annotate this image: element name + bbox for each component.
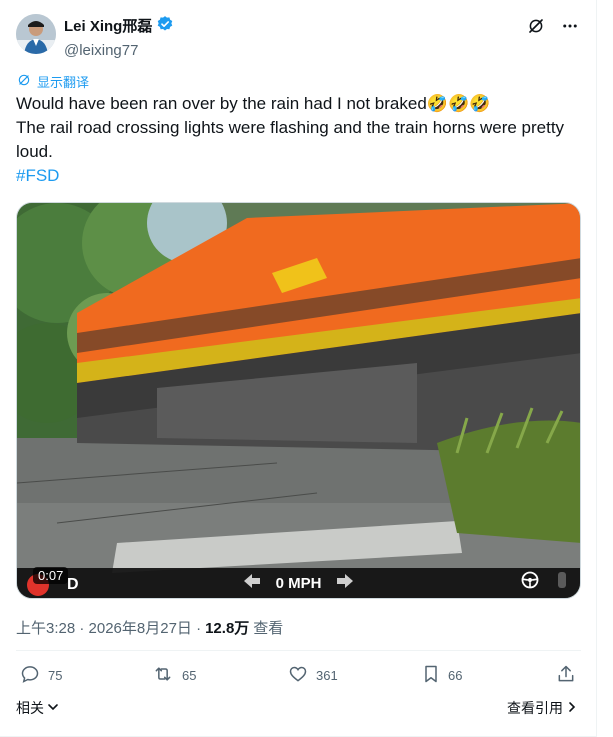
repost-icon: [152, 664, 174, 687]
video-player[interactable]: 0 MPH 0:07 D: [16, 202, 581, 599]
bookmark-icon: [422, 664, 440, 687]
more-options-icon[interactable]: [560, 16, 580, 36]
heart-icon: [288, 664, 308, 687]
chevron-down-icon: [47, 700, 59, 716]
divider: [16, 650, 581, 651]
author-name[interactable]: Lei Xing邢磊: [64, 17, 152, 37]
avatar[interactable]: [16, 14, 56, 54]
repost-count: 65: [182, 668, 197, 683]
action-bar: 75 65 361 66: [16, 664, 581, 690]
quotes-label: 查看引用: [507, 700, 563, 716]
author-handle[interactable]: @leixing77: [64, 41, 174, 61]
like-count: 361: [316, 668, 338, 683]
author-name-row[interactable]: Lei Xing邢磊: [64, 15, 174, 39]
top-actions: [526, 16, 580, 36]
gear-letter: D: [67, 576, 79, 593]
video-overlay-bar: 0 MPH: [17, 568, 580, 598]
timestamp[interactable]: 上午3:28 · 2026年8月27日 ·: [16, 617, 201, 638]
tweet-line-2: The rail road crossing lights were flash…: [16, 118, 565, 161]
seatbelt-icon: [554, 570, 570, 595]
reply-count: 75: [48, 668, 63, 683]
speed-readout: 0 MPH: [275, 574, 322, 592]
tweet-text: Would have been ran over by the rain had…: [16, 92, 581, 188]
related-link[interactable]: 相关: [16, 698, 59, 718]
translate-icon: [17, 73, 31, 90]
related-label: 相关: [16, 700, 44, 716]
bookmark-count: 66: [448, 668, 463, 683]
share-icon: [556, 664, 576, 687]
chevron-right-icon: [566, 700, 578, 716]
grok-icon[interactable]: [526, 16, 546, 36]
repost-button[interactable]: 65: [152, 664, 196, 687]
tweet-line-1: Would have been ran over by the rain had…: [16, 94, 491, 113]
view-quotes-link[interactable]: 查看引用: [507, 698, 578, 718]
bookmark-button[interactable]: 66: [422, 664, 462, 687]
translate-link[interactable]: 显示翻译: [17, 72, 89, 91]
views-label: 查看: [253, 620, 284, 637]
tweet-card: Lei Xing邢磊 @leixing77 显示翻译 Would have be…: [0, 0, 597, 737]
video-frame: [17, 203, 580, 598]
translate-label: 显示翻译: [37, 75, 90, 90]
author-block: Lei Xing邢磊 @leixing77: [64, 15, 174, 61]
arrow-right-icon[interactable]: [337, 574, 354, 592]
reply-icon: [20, 664, 40, 687]
share-button[interactable]: [556, 664, 576, 687]
like-button[interactable]: 361: [288, 664, 338, 687]
steering-wheel-icon[interactable]: [520, 570, 540, 595]
views-count: 12.8万: [205, 620, 250, 637]
video-elapsed-time: 0:07: [33, 567, 69, 584]
tweet-meta: 上午3:28 · 2026年8月27日 · 12.8万 查看: [16, 617, 283, 638]
verified-badge-icon: [156, 15, 174, 39]
arrow-left-icon[interactable]: [243, 574, 260, 592]
video-right-controls: [520, 570, 570, 595]
hashtag-link[interactable]: #FSD: [16, 164, 581, 188]
reply-button[interactable]: 75: [20, 664, 62, 687]
